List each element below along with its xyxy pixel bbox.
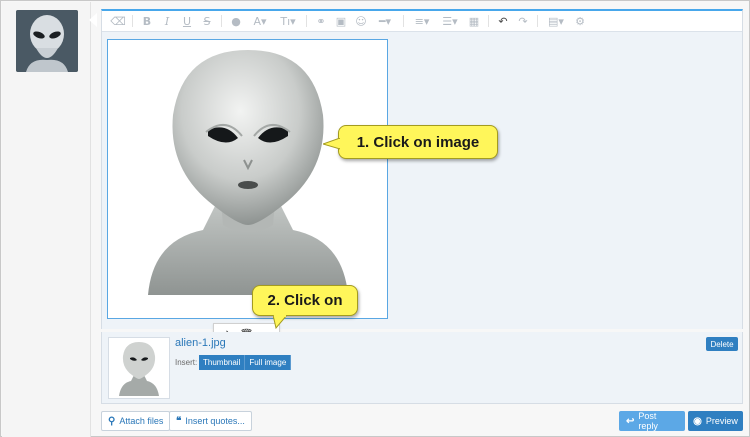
insert-quotes-label: Insert quotes... [185,416,245,426]
rich-text-editor[interactable]: ⌫ B I U S ● A▾ Tı▾ ⚭ ▣ ☺ ━▾ ≡▾ ☰▾ ▦ ↶ ↷ … [101,9,743,329]
preview-label: Preview [705,416,738,426]
callout-pointer [273,315,287,329]
inserted-image[interactable] [107,39,388,319]
italic-icon[interactable]: I [157,12,177,30]
callout-text: 2. Click on [267,292,343,309]
attachment-thumbnail[interactable] [108,337,170,399]
font-size-icon[interactable]: A▾ [246,12,274,30]
table-icon[interactable]: ▦ [464,12,484,30]
attachments-area: alien-1.jpg Insert: Thumbnail Full image… [101,332,743,404]
attachment-filename[interactable]: alien-1.jpg [175,337,226,349]
redo-icon[interactable]: ↷ [513,12,533,30]
attach-files-label: Attach files [119,416,164,426]
callout-click-image: 1. Click on image [323,125,498,159]
insert-full-image-button[interactable]: Full image [245,355,292,370]
insert-quotes-button[interactable]: ❝ Insert quotes... [169,411,252,431]
attach-files-button[interactable]: ⚲ Attach files [101,411,171,431]
eye-icon: ◉ [693,415,702,427]
toolbar-divider [221,15,222,27]
post-reply-label: Post reply [638,411,658,431]
bold-icon[interactable]: B [137,12,157,30]
settings-icon[interactable]: ⚙ [570,12,590,30]
editor-toolbar: ⌫ B I U S ● A▾ Tı▾ ⚭ ▣ ☺ ━▾ ≡▾ ☰▾ ▦ ↶ ↷ … [102,11,742,32]
toolbar-divider [306,15,307,27]
list-icon[interactable]: ☰▾ [436,12,464,30]
align-icon[interactable]: ≡▾ [408,12,436,30]
save-draft-icon[interactable]: ▤▾ [542,12,570,30]
text-style-icon[interactable]: Tı▾ [274,12,302,30]
callout-pointer [323,138,340,150]
insert-button-group: Thumbnail Full image [199,355,292,370]
underline-icon[interactable]: U [177,12,197,30]
strikethrough-icon[interactable]: S [197,12,217,30]
toolbar-divider [537,15,538,27]
reply-window: ⌫ B I U S ● A▾ Tı▾ ⚭ ▣ ☺ ━▾ ≡▾ ☰▾ ▦ ↶ ↷ … [0,0,750,437]
toolbar-divider [132,15,133,27]
delete-attachment-button[interactable]: Delete [706,337,738,351]
link-icon[interactable]: ⚭ [311,12,331,30]
insert-thumbnail-button[interactable]: Thumbnail [199,355,246,370]
reply-icon: ↩ [626,415,635,427]
quote-icon: ❝ [176,415,182,427]
user-column [2,2,91,437]
image-icon[interactable]: ▣ [331,12,351,30]
paperclip-icon: ⚲ [108,415,116,427]
insert-label: Insert: [175,358,198,367]
editor-content[interactable] [102,33,742,329]
callout-text: 1. Click on image [356,133,480,151]
undo-icon[interactable]: ↶ [493,12,513,30]
callout-click-link: 2. Click on [252,285,358,329]
emoji-icon[interactable]: ☺ [351,12,371,30]
eraser-icon[interactable]: ⌫ [108,12,128,30]
avatar[interactable] [16,10,78,72]
text-color-icon[interactable]: ● [226,12,246,30]
preview-button[interactable]: ◉ Preview [688,411,743,431]
toolbar-divider [403,15,404,27]
post-reply-button[interactable]: ↩ Post reply [619,411,685,431]
avatar-pointer [89,13,97,27]
more-icon[interactable]: ━▾ [371,12,399,30]
toolbar-divider [488,15,489,27]
